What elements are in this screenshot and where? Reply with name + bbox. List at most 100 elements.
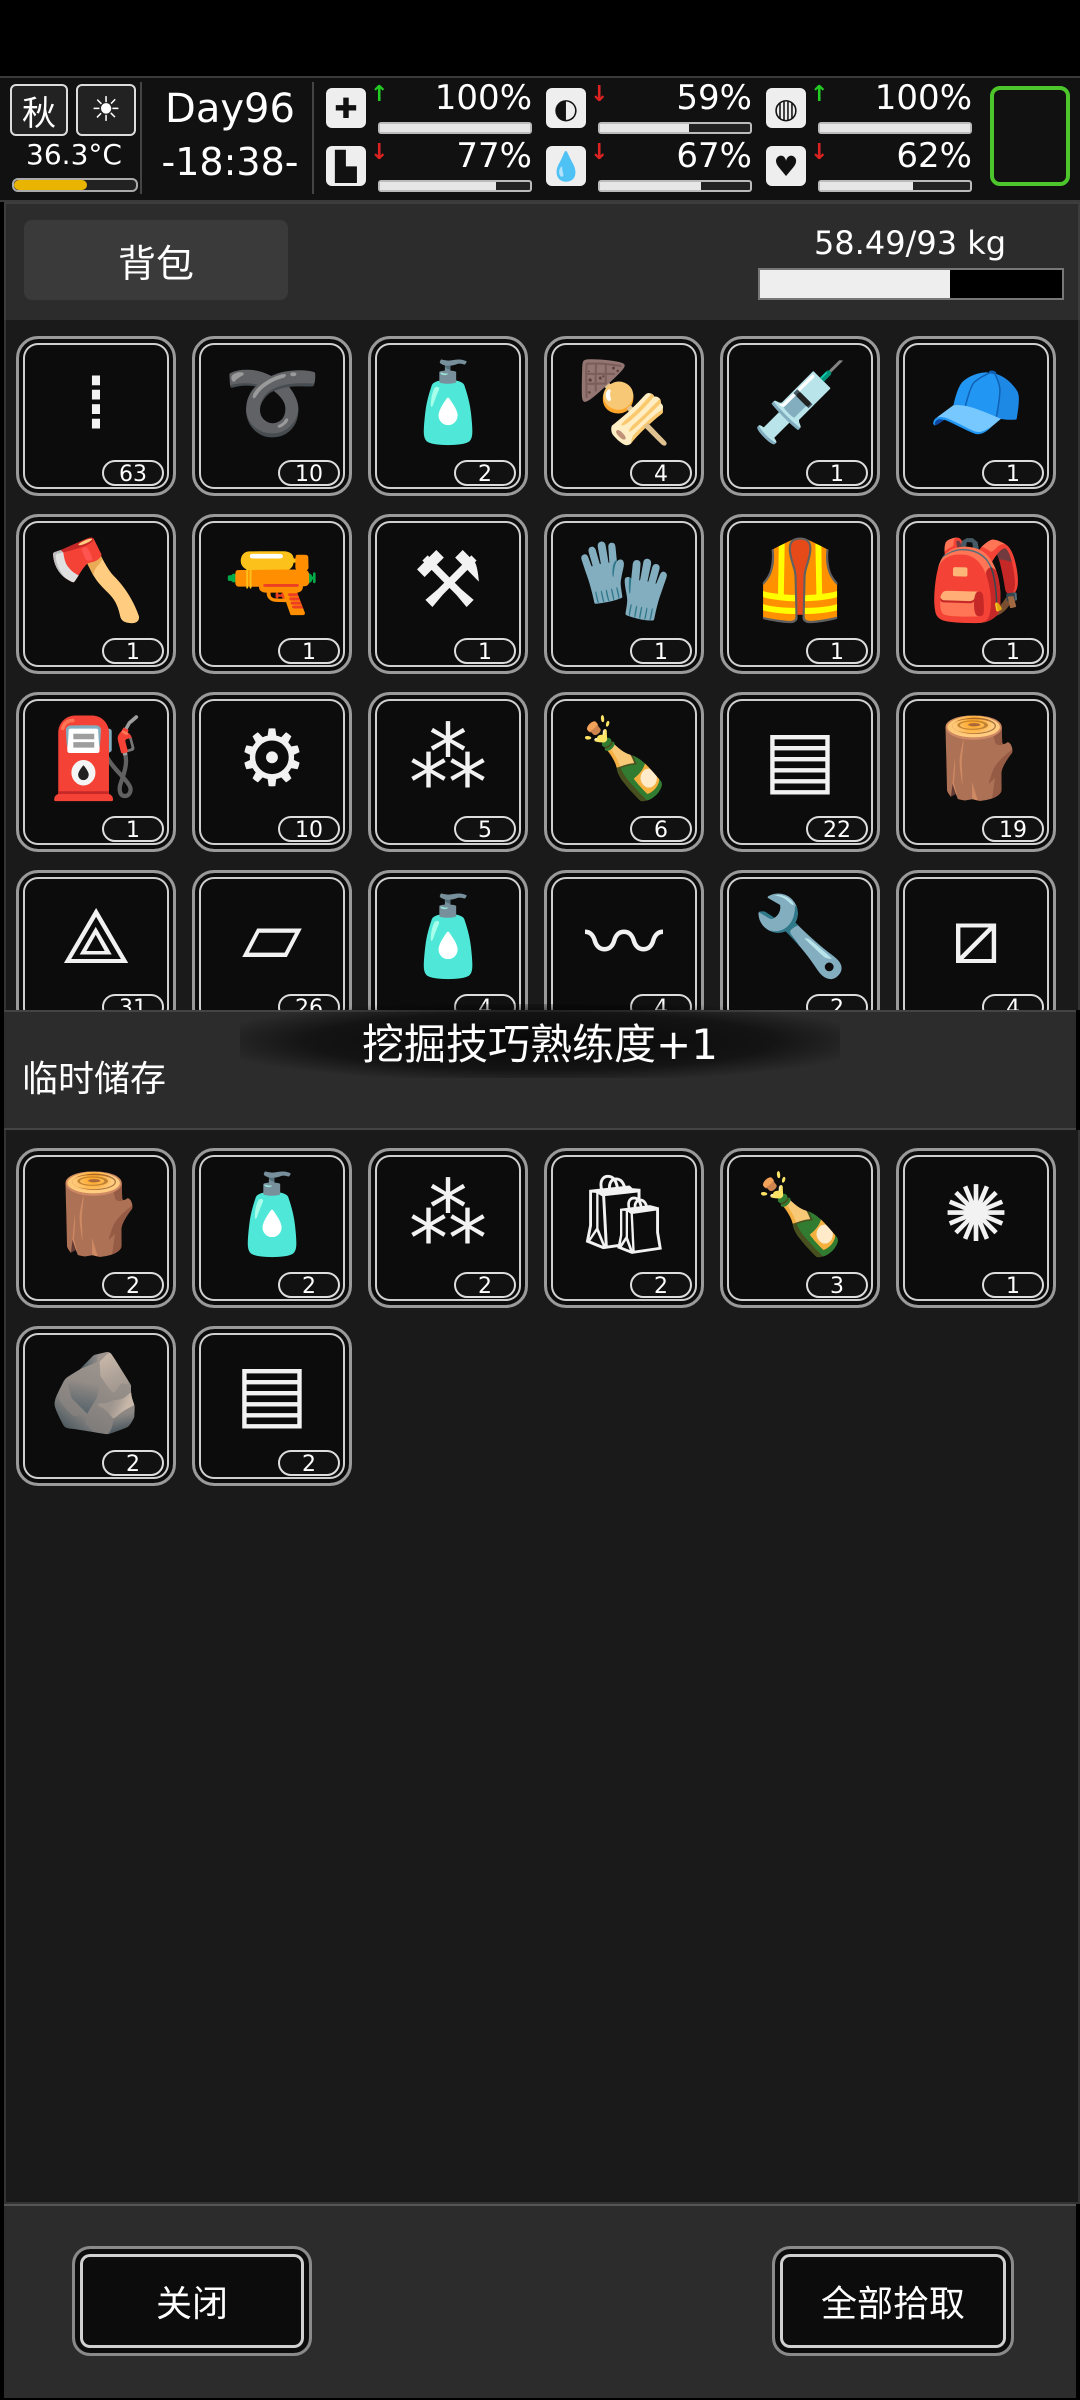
item-count: 31 — [102, 994, 164, 1010]
season-indicator: 秋 — [10, 84, 68, 136]
item-slot[interactable]: ▱ 26 — [192, 870, 352, 1010]
item-slot[interactable]: ✺ 1 — [896, 1148, 1056, 1308]
item-slot[interactable]: ⧄ 4 — [896, 870, 1056, 1010]
stat-value: 62% — [896, 136, 972, 176]
temperature-label: 36.3°C — [26, 138, 122, 171]
item-slot[interactable]: 🍾 3 — [720, 1148, 880, 1308]
wood-planks-icon: ▤ — [235, 1348, 309, 1438]
water-bottle-icon: 🧴 — [399, 357, 497, 448]
item-count: 2 — [454, 460, 516, 487]
stat-bar — [818, 122, 972, 134]
carry-weight-bar-fill — [760, 270, 950, 298]
item-slot[interactable]: 🍢 4 — [544, 336, 704, 496]
gears-icon: ⚙ — [237, 714, 307, 804]
item-slot[interactable]: 🪵 19 — [896, 692, 1056, 852]
stat-bar — [818, 180, 972, 192]
arrow-down-icon: ↓ — [810, 140, 829, 165]
backpack-tab[interactable]: 背包 — [24, 220, 288, 300]
item-slot[interactable]: ▤ 2 — [192, 1326, 352, 1486]
item-slot[interactable]: ⁂ 2 — [368, 1148, 528, 1308]
scrap-metal-icon: ⟁ — [61, 891, 131, 982]
backpack-grid[interactable]: ⁞ 63 ➰ 10 🧴 2 🍢 4 💉 1 🧢 1 🪓 1 🔫 1 ⚒ 1 🧤 1 🦺 1 🎒 1 ⛽ 1 ⚙ 10 ⁂ 5 🍾 6 ▤ 22 🪵 1… — [4, 320, 1080, 1010]
item-count: 1 — [454, 638, 516, 665]
item-count: 2 — [454, 1272, 516, 1299]
item-slot[interactable]: 🧴 4 — [368, 870, 528, 1010]
stat-bar-fill — [600, 182, 701, 190]
item-slot[interactable]: ⚙ 10 — [192, 692, 352, 852]
equipment-slot[interactable] — [990, 86, 1070, 186]
item-slot[interactable]: 🧤 1 — [544, 514, 704, 674]
item-slot[interactable]: 🧴 2 — [368, 336, 528, 496]
sun-icon: ☀ — [76, 84, 136, 136]
cotton-icon: ✺ — [943, 1170, 1009, 1260]
item-slot[interactable]: ➰ 10 — [192, 336, 352, 496]
pickup-all-button[interactable]: 全部拾取 — [772, 2246, 1014, 2356]
stat-value: 59% — [676, 78, 752, 118]
item-slot[interactable]: 🔫 1 — [192, 514, 352, 674]
status-hud: 秋 ☀ 36.3°C Day96 -18:38- ✚ ↑ 100% ◐ ↓ 59% ◍ ↑ 10… — [0, 76, 1080, 202]
arrow-down-icon: ↓ — [370, 140, 389, 165]
item-slot[interactable]: ⛽ 1 — [16, 692, 176, 852]
stat-bar-fill — [380, 182, 496, 190]
item-count: 2 — [630, 1272, 692, 1299]
stat-bar-fill — [820, 124, 970, 132]
bottom-bar: 关闭 全部拾取 — [4, 2204, 1076, 2398]
item-slot[interactable]: 🦺 1 — [720, 514, 880, 674]
item-count: 1 — [806, 638, 868, 665]
carry-weight-label: 58.49/93 kg — [813, 224, 1007, 262]
item-slot[interactable]: ⁂ 5 — [368, 692, 528, 852]
item-slot[interactable]: ▤ 22 — [720, 692, 880, 852]
mechanical-parts-icon: 🔧 — [751, 891, 849, 982]
item-slot[interactable]: ⚒ 1 — [368, 514, 528, 674]
foot-icon: ▙ — [326, 146, 366, 186]
temperature-bar-fill — [14, 180, 88, 190]
kebab-icon: 🍢 — [575, 357, 673, 448]
item-count: 19 — [982, 816, 1044, 843]
item-slot[interactable]: ⁞ 63 — [16, 336, 176, 496]
item-slot[interactable]: ⟁ 31 — [16, 870, 176, 1010]
item-slot[interactable]: 🪓 1 — [16, 514, 176, 674]
syringe-icon: 💉 — [751, 357, 849, 448]
close-button[interactable]: 关闭 — [72, 2246, 312, 2356]
brick-icon: ▱ — [242, 892, 302, 982]
brain-icon: ◍ — [766, 88, 806, 128]
arrow-down-icon: ↓ — [590, 140, 609, 165]
stat-hunger: ◐ ↓ 59% — [546, 78, 756, 134]
item-count: 4 — [630, 460, 692, 487]
item-slot[interactable]: 🍾 6 — [544, 692, 704, 852]
item-slot[interactable]: 〰 4 — [544, 870, 704, 1010]
backpack-icon: 🎒 — [927, 535, 1025, 626]
stat-value: 67% — [676, 136, 752, 176]
stat-bar — [598, 180, 752, 192]
water-drop-icon: 💧 — [546, 146, 586, 186]
item-slot[interactable]: 🪨 2 — [16, 1326, 176, 1486]
stat-value: 100% — [434, 78, 532, 118]
stat-thirst: 💧 ↓ 67% — [546, 136, 756, 192]
broken-planks-icon: ⧄ — [951, 891, 1001, 982]
plastic-bottle-icon: 🧴 — [223, 1169, 321, 1260]
item-count: 6 — [630, 816, 692, 843]
stomach-icon: ◐ — [546, 88, 586, 128]
item-slot[interactable]: 🧴 2 — [192, 1148, 352, 1308]
item-slot[interactable]: 🧢 1 — [896, 336, 1056, 496]
item-count: 1 — [982, 460, 1044, 487]
axe-icon: 🪓 — [47, 535, 145, 626]
gauntlet-icon: 🧤 — [575, 535, 673, 626]
item-slot[interactable]: 🔧 2 — [720, 870, 880, 1010]
item-slot[interactable]: 🎒 1 — [896, 514, 1056, 674]
rock-icon: 🪨 — [47, 1347, 145, 1438]
skill-toast: 挖掘技巧熟练度+1 — [240, 1004, 840, 1078]
item-slot[interactable]: 🪵 2 — [16, 1148, 176, 1308]
temperature-bar — [12, 178, 138, 192]
stat-mood: ♥ ↓ 62% — [766, 136, 976, 192]
item-count: 3 — [806, 1272, 868, 1299]
bullets-icon: ⁞ — [83, 358, 109, 448]
stat-bar — [378, 180, 532, 192]
item-count: 2 — [278, 1272, 340, 1299]
item-slot[interactable]: 🛍 2 — [544, 1148, 704, 1308]
divider — [140, 82, 142, 194]
stat-bar-fill — [600, 124, 689, 132]
item-slot[interactable]: 💉 1 — [720, 336, 880, 496]
arrow-up-icon: ↑ — [370, 82, 389, 107]
plastic-bottle-icon: 🧴 — [399, 891, 497, 982]
